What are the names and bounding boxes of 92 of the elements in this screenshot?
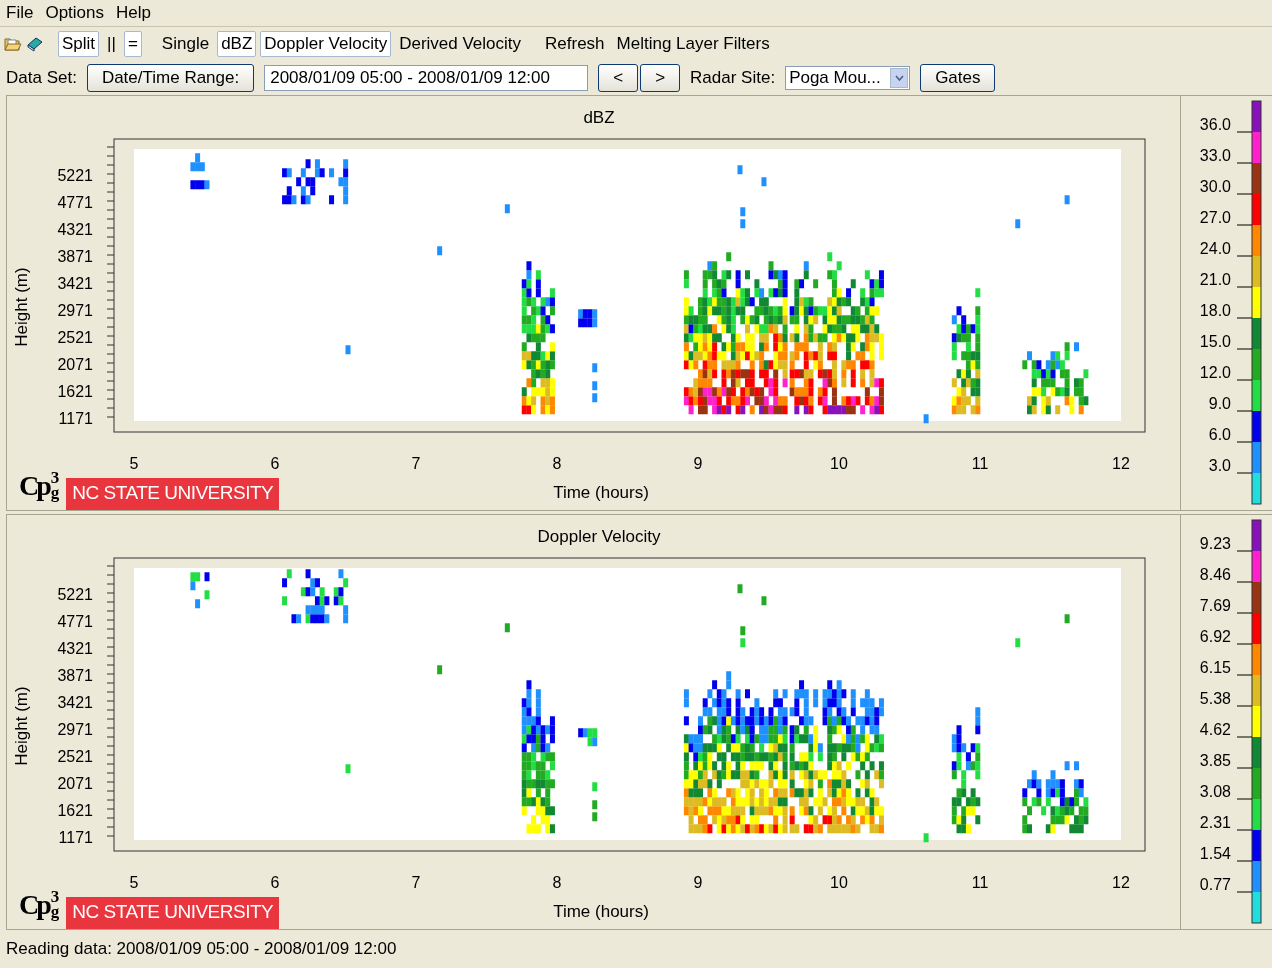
- x-tick-label: 6: [270, 874, 280, 891]
- y-tick-label: 5221: [57, 586, 93, 603]
- x-tick-label: 8: [552, 874, 562, 891]
- y-tick-label: 3871: [57, 667, 93, 684]
- toolbar-button[interactable]: Single: [157, 31, 214, 57]
- radar-site-label: Radar Site:: [690, 68, 776, 88]
- y-tick-label: 4321: [57, 640, 93, 657]
- y-tick-label: 1171: [58, 829, 93, 846]
- university-banner: NC STATE UNIVERSITY: [66, 897, 280, 929]
- y-tick-label: 2971: [57, 302, 93, 319]
- x-tick-label: 10: [830, 874, 848, 891]
- x-tick-label: 12: [1112, 874, 1130, 891]
- legend-label: 21.0: [1199, 271, 1231, 288]
- legend-label: 5.38: [1199, 690, 1231, 707]
- legend-label: 3.85: [1199, 752, 1231, 769]
- legend-label: 0.77: [1199, 876, 1231, 893]
- y-tick-label: 2071: [57, 775, 93, 792]
- legend-label: 3.0: [1208, 457, 1231, 474]
- y-tick-label: 3421: [57, 694, 93, 711]
- x-tick-label: 7: [411, 455, 421, 472]
- y-tick-label: 2071: [57, 356, 93, 373]
- legend-label: 6.0: [1208, 426, 1231, 443]
- y-axis-label: Height (m): [12, 686, 31, 766]
- y-tick-label: 1171: [58, 410, 93, 427]
- university-banner: NC STATE UNIVERSITY: [66, 478, 280, 510]
- radar-site-dropdown[interactable]: Poga Mou...: [785, 66, 911, 90]
- legend-label: 1.54: [1199, 845, 1231, 862]
- menu-item[interactable]: Help: [116, 3, 151, 23]
- toolbar-button[interactable]: Melting Layer Filters: [612, 31, 774, 57]
- toolbar-button[interactable]: dBZ: [217, 31, 257, 57]
- date-range-button[interactable]: Date/Time Range:: [86, 64, 255, 92]
- x-tick-label: 5: [129, 455, 139, 472]
- gates-button[interactable]: Gates: [920, 64, 996, 92]
- y-tick-label: 3871: [57, 248, 93, 265]
- toolbar-button[interactable]: =: [123, 31, 142, 57]
- toolbar-button[interactable]: Doppler Velocity: [260, 31, 392, 57]
- toolbar-button[interactable]: Refresh: [541, 31, 609, 57]
- toolbar-button[interactable]: Derived Velocity: [395, 31, 526, 57]
- plot-title: dBZ: [583, 108, 615, 127]
- y-tick-label: 2521: [57, 748, 93, 765]
- legend-label: 9.0: [1208, 395, 1231, 412]
- x-axis-label: Time (hours): [553, 902, 649, 921]
- x-tick-label: 11: [971, 874, 989, 891]
- x-tick-label: 6: [270, 455, 280, 472]
- legend-label: 6.92: [1199, 628, 1231, 645]
- legend-label: 27.0: [1199, 209, 1231, 226]
- legend-label: 15.0: [1199, 333, 1231, 350]
- menu-item[interactable]: File: [6, 3, 34, 23]
- date-range-field[interactable]: 2008/01/09 05:00 - 2008/01/09 12:00: [264, 65, 589, 91]
- legend-label: 2.31: [1199, 814, 1231, 831]
- x-tick-label: 11: [971, 455, 989, 472]
- toolbar-button[interactable]: Split: [58, 31, 100, 57]
- legend-label: 36.0: [1199, 116, 1231, 133]
- next-button[interactable]: >: [640, 64, 681, 92]
- legend-label: 33.0: [1199, 147, 1231, 164]
- data-set-label: Data Set:: [6, 68, 77, 88]
- book-icon[interactable]: [26, 36, 44, 52]
- x-tick-label: 7: [411, 874, 421, 891]
- y-axis-label: Height (m): [12, 267, 31, 347]
- legend-label: 6.15: [1199, 659, 1231, 676]
- x-tick-label: 5: [129, 874, 139, 891]
- y-tick-label: 4771: [57, 194, 93, 211]
- legend-label: 24.0: [1199, 240, 1231, 257]
- legend-label: 12.0: [1199, 364, 1231, 381]
- y-tick-label: 2521: [57, 329, 93, 346]
- plot-title: Doppler Velocity: [537, 527, 661, 546]
- x-tick-label: 10: [830, 455, 848, 472]
- y-tick-label: 5221: [57, 167, 93, 184]
- legend-label: 9.23: [1199, 535, 1231, 552]
- status-text: Reading data: 2008/01/09 05:00 - 2008/01/09 12:00: [5, 938, 398, 959]
- menu-item[interactable]: Options: [45, 3, 104, 23]
- chevron-down-icon: [890, 68, 909, 88]
- toolbar-button[interactable]: ||: [103, 31, 120, 57]
- x-tick-label: 12: [1112, 455, 1130, 472]
- legend-label: 8.46: [1199, 566, 1231, 583]
- legend-label: 7.69: [1199, 597, 1231, 614]
- y-tick-label: 1621: [57, 383, 93, 400]
- legend-label: 18.0: [1199, 302, 1231, 319]
- previous-button[interactable]: <: [598, 64, 639, 92]
- y-tick-label: 1621: [57, 802, 93, 819]
- y-tick-label: 3421: [57, 275, 93, 292]
- x-axis-label: Time (hours): [553, 483, 649, 502]
- y-tick-label: 4771: [57, 613, 93, 630]
- x-tick-label: 9: [693, 874, 703, 891]
- x-tick-label: 8: [552, 455, 562, 472]
- legend-label: 4.62: [1199, 721, 1231, 738]
- legend-label: 30.0: [1199, 178, 1231, 195]
- open-folder-icon[interactable]: [4, 36, 22, 52]
- x-tick-label: 9: [693, 455, 703, 472]
- legend-label: 3.08: [1199, 783, 1231, 800]
- y-tick-label: 2971: [57, 721, 93, 738]
- y-tick-label: 4321: [57, 221, 93, 238]
